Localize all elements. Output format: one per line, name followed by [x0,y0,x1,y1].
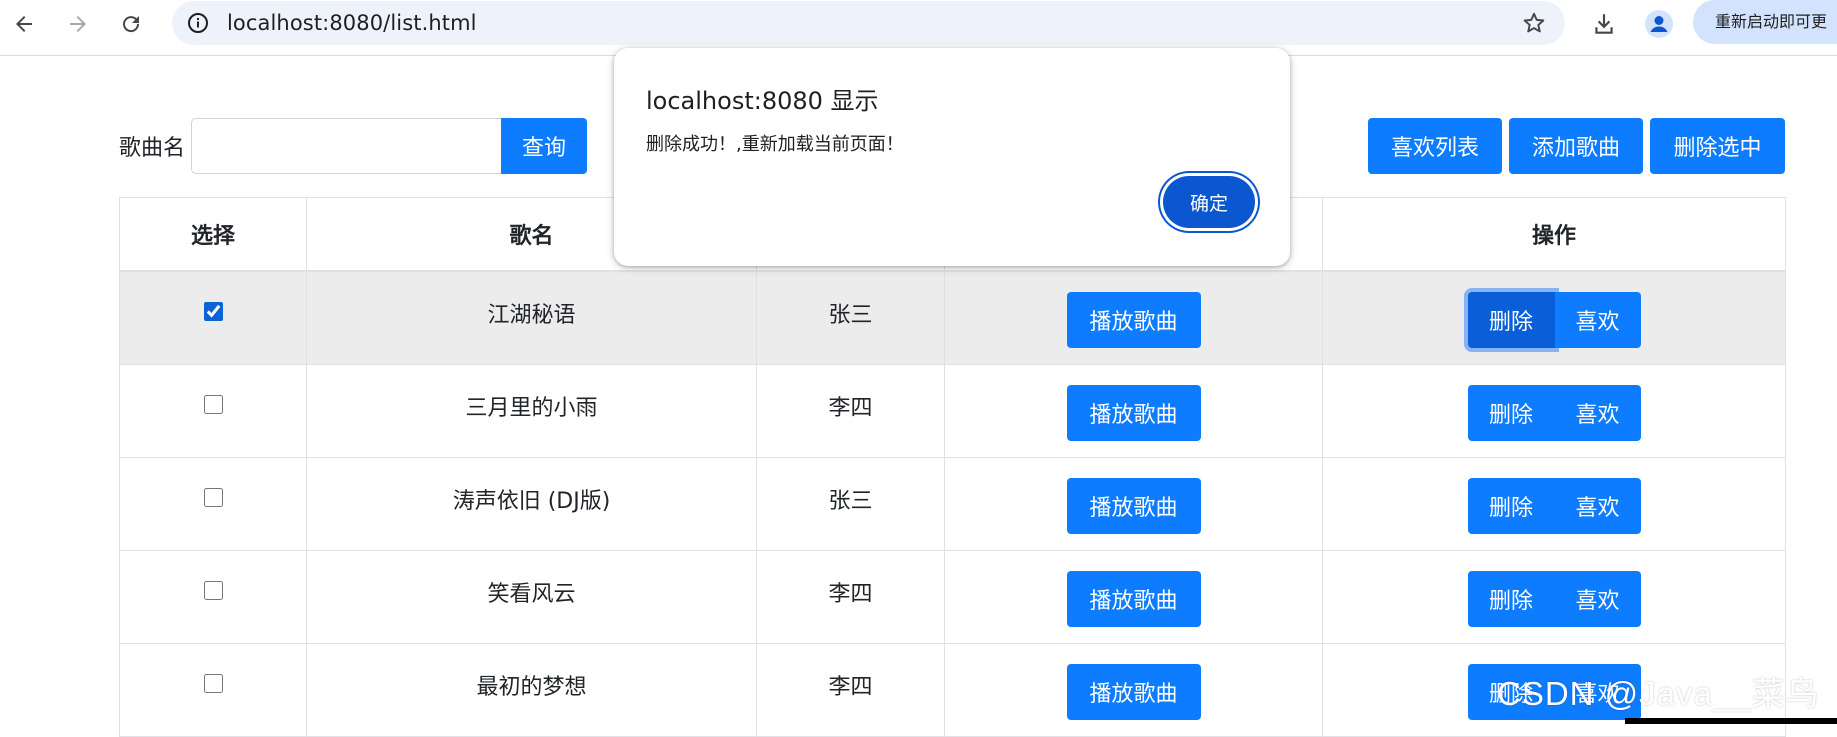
song-title-cell: 涛声依旧 (DJ版) [306,457,757,551]
dialog-message: 删除成功！,重新加载当前页面！ [646,134,904,155]
song-title: 最初的梦想 [476,675,587,700]
singer: 李四 [828,582,873,607]
play-cell: 播放歌曲 [944,270,1323,365]
dialog-title: localhost:8080 显示 [646,87,879,115]
singer: 李四 [828,396,873,421]
song-title: 涛声依旧 (DJ版) [452,489,611,514]
reload-icon [123,16,140,33]
singer: 李四 [828,675,873,700]
song-title-cell: 最初的梦想 [306,643,757,737]
avatar-icon [1645,10,1673,38]
header-actions: 操作 [1322,197,1786,272]
actions-cell: 删除 喜欢 [1322,457,1786,551]
song-name-label: 歌曲名 [119,136,186,161]
like-button[interactable]: 喜欢 [1554,571,1641,627]
actions-cell: 删除 喜欢 [1322,270,1786,365]
download-icon [1595,14,1613,34]
select-cell [119,550,307,644]
url-text[interactable]: localhost:8080/list.html [227,1,477,45]
like-button[interactable]: 喜欢 [1554,478,1641,534]
forward-button[interactable] [60,6,96,42]
row-checkbox[interactable] [203,674,223,693]
play-song-button[interactable]: 播放歌曲 [1066,292,1201,348]
delete-button[interactable]: 删除 [1467,571,1555,627]
play-cell: 播放歌曲 [944,457,1323,551]
row-checkbox[interactable] [203,488,223,507]
singer: 张三 [828,303,873,328]
address-bar[interactable]: localhost:8080/list.html [172,1,1565,45]
arrow-left-icon [16,16,32,32]
actions-cell: 删除 喜欢 [1322,550,1786,644]
table-row: 江湖秘语 张三 播放歌曲 删除 喜欢 [119,270,1786,365]
play-cell: 播放歌曲 [944,550,1323,644]
song-title-cell: 江湖秘语 [306,270,757,365]
header-select: 选择 [119,197,307,272]
back-button[interactable] [6,6,42,42]
watermark: CSDN @Java__菜鸟 [1497,675,1820,712]
song-title-cell: 笑看风云 [306,550,757,644]
like-button[interactable]: 喜欢 [1554,292,1641,348]
dialog-ok-button[interactable]: 确定 [1163,176,1255,228]
singer-cell: 李四 [756,364,945,458]
play-cell: 播放歌曲 [944,364,1323,458]
info-icon[interactable] [186,11,210,35]
row-checkbox[interactable] [203,581,223,600]
select-cell [119,457,307,551]
play-song-button[interactable]: 播放歌曲 [1066,664,1201,720]
singer-cell: 李四 [756,550,945,644]
star-icon[interactable] [1521,10,1547,36]
play-cell: 播放歌曲 [944,643,1323,737]
select-cell [119,270,307,365]
play-song-button[interactable]: 播放歌曲 [1066,478,1201,534]
arrow-right-icon [70,16,86,32]
table-row: 笑看风云 李四 播放歌曲 删除 喜欢 [119,550,1786,644]
row-checkbox[interactable] [203,302,223,321]
song-title-cell: 三月里的小雨 [306,364,757,458]
query-button[interactable]: 查询 [501,118,587,174]
delete-selected-button[interactable]: 删除选中 [1650,118,1785,174]
table-row: 三月里的小雨 李四 播放歌曲 删除 喜欢 [119,364,1786,458]
favorites-list-button[interactable]: 喜欢列表 [1368,118,1502,174]
select-cell [119,364,307,458]
delete-button[interactable]: 删除 [1467,385,1555,441]
row-checkbox[interactable] [203,395,223,414]
song-title: 三月里的小雨 [465,396,598,421]
download-button[interactable] [1586,6,1622,42]
delete-button[interactable]: 删除 [1467,292,1555,348]
singer-cell: 张三 [756,270,945,365]
actions-cell: 删除 喜欢 [1322,364,1786,458]
profile-button[interactable] [1641,6,1677,42]
table-row: 涛声依旧 (DJ版) 张三 播放歌曲 删除 喜欢 [119,457,1786,551]
add-song-button[interactable]: 添加歌曲 [1509,118,1643,174]
select-cell [119,643,307,737]
delete-button[interactable]: 删除 [1467,478,1555,534]
reload-button[interactable] [113,6,149,42]
play-song-button[interactable]: 播放歌曲 [1066,385,1201,441]
song-name-input[interactable] [191,118,503,174]
singer-cell: 李四 [756,643,945,737]
alert-dialog: localhost:8080 显示 删除成功！,重新加载当前页面！ 确定 [614,48,1290,266]
play-song-button[interactable]: 播放歌曲 [1066,571,1201,627]
relaunch-button[interactable]: 重新启动即可更 [1693,0,1837,44]
singer-cell: 张三 [756,457,945,551]
like-button[interactable]: 喜欢 [1554,385,1641,441]
bottom-edge-bar [1625,718,1837,724]
song-title: 江湖秘语 [487,303,576,328]
song-title: 笑看风云 [487,582,576,607]
singer: 张三 [828,489,873,514]
song-table: 选择 歌名 操作 江湖秘语 张三 播放歌曲 删除 喜欢 三月里的小雨 李四 播放歌… [119,197,1786,737]
